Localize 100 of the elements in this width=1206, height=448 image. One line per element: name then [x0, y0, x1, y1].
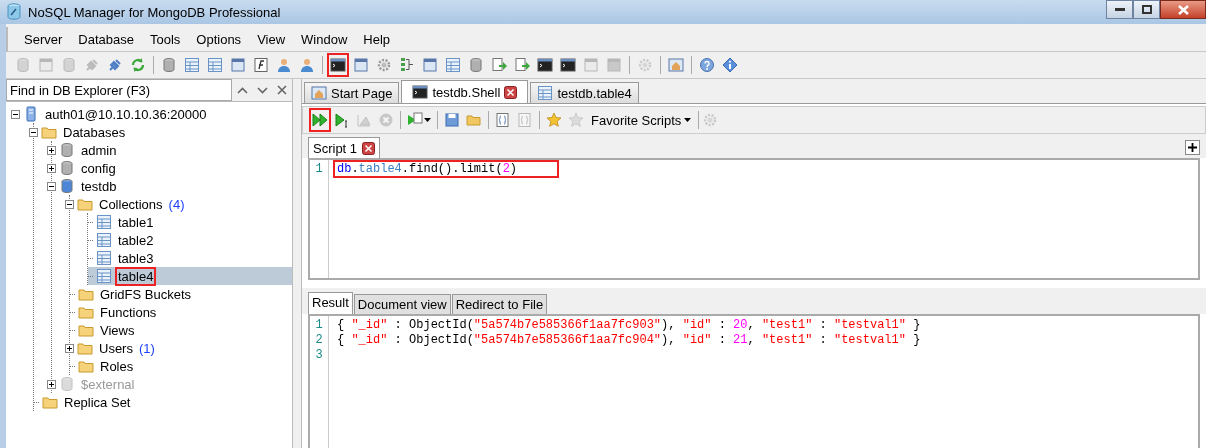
tree-item[interactable]: admin — [78, 140, 120, 160]
collapse-toggle[interactable] — [29, 127, 38, 137]
help-icon — [699, 57, 715, 73]
line-number: 1 — [314, 162, 324, 177]
tree-item[interactable]: table4 — [115, 266, 157, 286]
add-script-button[interactable] — [1185, 140, 1200, 155]
document-tab[interactable]: testdb.table4 — [530, 82, 639, 103]
expand-toggle[interactable] — [47, 379, 56, 389]
tree-item[interactable]: Databases — [60, 122, 129, 142]
window-icon — [583, 57, 599, 73]
database-icon — [59, 178, 75, 194]
tree-item[interactable]: config — [78, 158, 119, 178]
tree-item[interactable]: table2 — [115, 230, 157, 250]
db-icon — [15, 57, 31, 73]
db-icon — [161, 57, 177, 73]
result-tab[interactable]: Document view — [353, 294, 451, 314]
user-icon — [299, 57, 315, 73]
close-icon — [1177, 4, 1189, 15]
window-title: NoSQL Manager for MongoDB Professional — [28, 4, 281, 20]
line-number: 1 — [314, 318, 324, 333]
close-button[interactable] — [1160, 0, 1206, 19]
doc-icon — [38, 57, 54, 73]
expand-toggle[interactable] — [65, 343, 74, 353]
maximize-icon — [1141, 5, 1152, 14]
toolbar-button[interactable] — [327, 53, 349, 77]
result-tab[interactable]: Result — [308, 292, 353, 314]
run-icon — [312, 112, 328, 128]
tree-item[interactable]: table1 — [115, 212, 157, 232]
database-icon — [59, 160, 75, 176]
database-icon — [6, 3, 22, 21]
expand-toggle[interactable] — [47, 145, 56, 155]
braces-icon — [517, 112, 533, 128]
collapse-toggle[interactable] — [11, 109, 20, 119]
tree-item[interactable]: GridFS Buckets — [97, 284, 195, 304]
tree-icon — [399, 57, 415, 73]
menu-item[interactable]: Window — [293, 31, 356, 47]
refresh-icon — [130, 57, 146, 73]
document-tab[interactable]: Start Page — [304, 82, 400, 103]
tree-item[interactable]: Roles — [97, 356, 137, 376]
folder-icon — [78, 286, 94, 302]
table-icon — [445, 57, 461, 73]
braces-icon — [495, 112, 511, 128]
tree-item[interactable]: Replica Set — [61, 392, 134, 412]
menu-item[interactable]: View — [249, 31, 294, 47]
home-icon — [668, 57, 684, 73]
db-icon — [468, 57, 484, 73]
collapse-toggle[interactable] — [47, 181, 56, 191]
http-icon — [606, 57, 622, 73]
script-tab[interactable]: Script 1 — [308, 137, 381, 158]
text-icon — [422, 57, 438, 73]
plug-icon — [107, 57, 123, 73]
window-icon — [230, 57, 246, 73]
expand-toggle[interactable] — [47, 163, 56, 173]
server-icon — [23, 106, 39, 122]
menu-item[interactable]: Help — [355, 31, 399, 47]
menu-item[interactable]: Database — [70, 31, 142, 47]
user-icon — [276, 57, 292, 73]
open-icon — [466, 112, 482, 128]
folder-icon — [77, 196, 93, 212]
menu-item[interactable]: Options — [188, 31, 250, 47]
table-icon — [184, 57, 200, 73]
step-icon — [334, 112, 350, 128]
tree-item[interactable]: testdb — [78, 176, 120, 196]
menu-item[interactable]: Server — [16, 31, 71, 47]
tree-item[interactable]: table3 — [115, 248, 157, 268]
search-field[interactable]: Find in DB Explorer (F3) — [6, 79, 232, 101]
minimize-button[interactable] — [1106, 0, 1133, 19]
caret-icon — [424, 118, 431, 122]
result-tab[interactable]: Redirect to File — [451, 294, 548, 314]
tree-item[interactable]: auth01@10.10.10.36:20000 — [42, 104, 210, 124]
script-editor[interactable]: 1 db.table4.find().limit(2) — [308, 158, 1200, 280]
terminal-icon — [412, 84, 429, 100]
star-icon — [568, 112, 584, 128]
tree-item[interactable]: Users — [96, 338, 136, 358]
table-icon — [207, 57, 223, 73]
arrow-icon — [491, 57, 507, 73]
fn-icon — [253, 57, 269, 73]
tree-item[interactable]: Collections — [96, 194, 166, 214]
database-icon — [59, 142, 75, 158]
folder-icon — [78, 304, 94, 320]
code-line: { "_id" : ObjectId("5a574b7e585366f1aa7fc904"), "id" : 21, "test1" : "testval1" } — [336, 333, 922, 347]
collapse-toggle[interactable] — [65, 199, 74, 209]
folder-icon — [42, 394, 58, 410]
save-icon — [444, 112, 460, 128]
plug-icon — [84, 57, 100, 73]
close-icon[interactable] — [362, 141, 376, 155]
close-icon[interactable] — [504, 85, 518, 99]
gear-icon — [376, 57, 392, 73]
tree-item[interactable]: Views — [97, 320, 138, 340]
close-icon — [277, 85, 287, 95]
terminal-icon — [330, 57, 346, 73]
database-icon — [59, 376, 75, 392]
favorite-scripts-dropdown[interactable]: Favorite Scripts — [587, 112, 696, 128]
maximize-button[interactable] — [1133, 0, 1160, 19]
document-tab[interactable]: testdb.Shell — [401, 80, 529, 103]
table-icon — [96, 250, 112, 266]
table-icon — [537, 85, 554, 101]
item-count: (4) — [168, 196, 185, 212]
tree-item[interactable]: Functions — [97, 302, 160, 322]
menu-item[interactable]: Tools — [141, 31, 189, 47]
